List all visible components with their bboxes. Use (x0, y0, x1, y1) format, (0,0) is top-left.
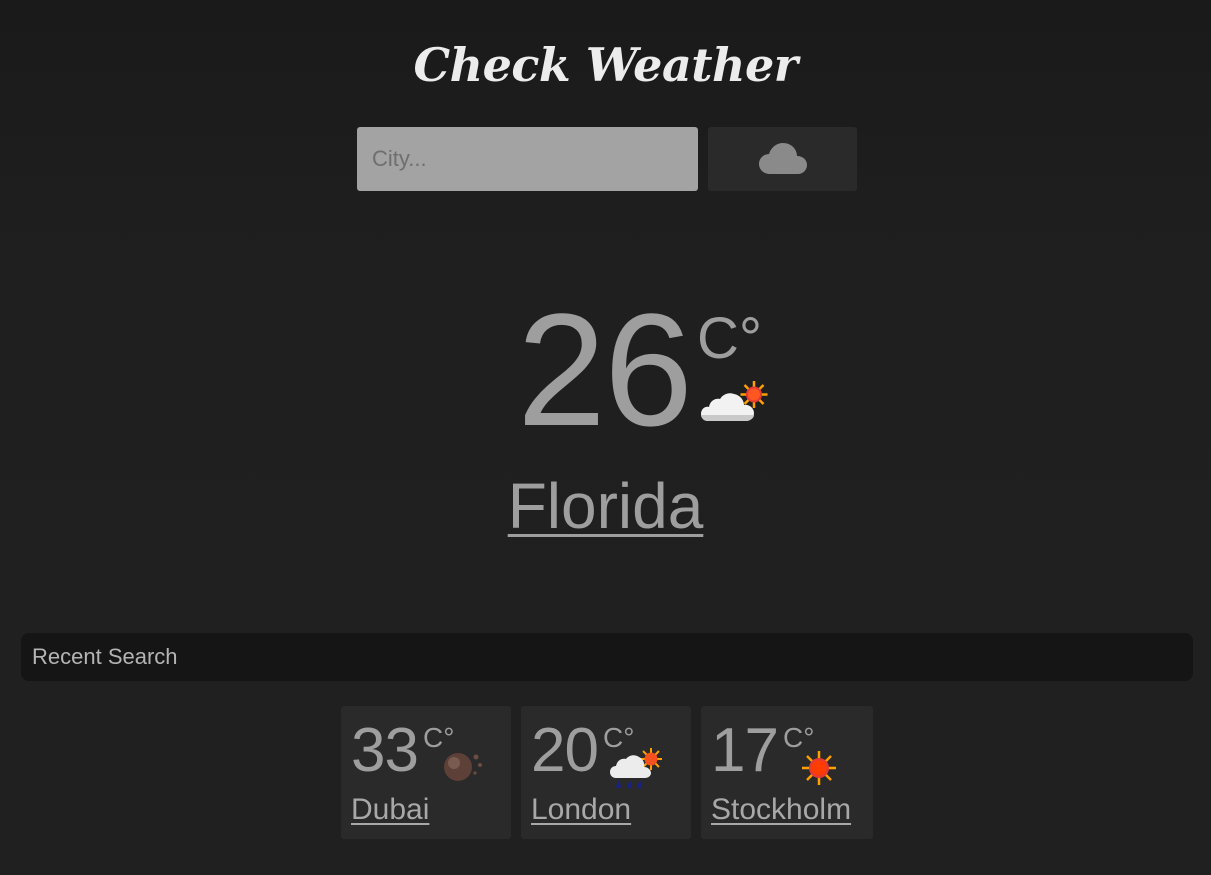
partly-cloudy-icon (700, 378, 774, 428)
cloud-icon (758, 143, 807, 174)
rain-sun-icon (609, 746, 665, 794)
current-temperature-unit: C° (697, 306, 763, 371)
search-button[interactable] (708, 127, 857, 191)
recent-city-link[interactable]: Stockholm (711, 792, 851, 828)
recent-city-link[interactable]: London (531, 792, 631, 828)
recent-search-header: Recent Search (21, 633, 1193, 681)
recent-city-link[interactable]: Dubai (351, 792, 429, 828)
recent-card-london[interactable]: 20 C° London (521, 706, 691, 839)
recent-card-stockholm[interactable]: 17 C° Stockholm (701, 706, 873, 839)
city-search-input[interactable] (357, 127, 698, 191)
app-title: Check Weather (413, 38, 798, 92)
current-city-link[interactable]: Florida (0, 466, 1211, 546)
recent-temperature: 33 (351, 716, 419, 785)
sun-icon (801, 750, 837, 790)
current-temperature: 26 (517, 280, 693, 459)
recent-temperature: 20 (531, 716, 599, 785)
dust-icon (441, 748, 483, 786)
recent-temperature: 17 (711, 716, 779, 785)
recent-card-dubai[interactable]: 33 C° Dubai (341, 706, 511, 839)
